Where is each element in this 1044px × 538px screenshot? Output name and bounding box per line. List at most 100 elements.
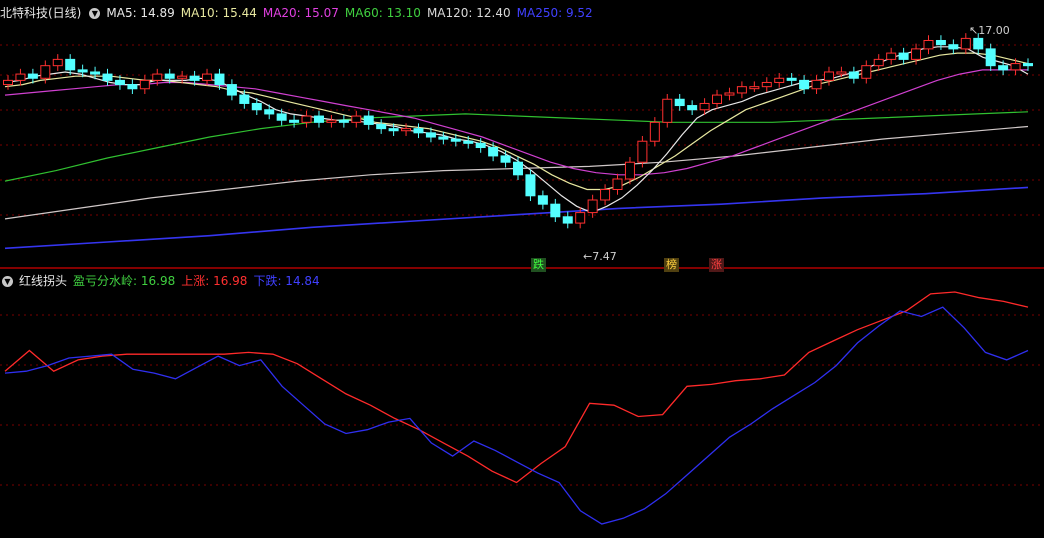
candle-body [127, 84, 138, 90]
candle-body [189, 75, 200, 81]
candle-body [450, 138, 461, 142]
candle-body [786, 77, 797, 81]
indicator-label: 上涨: 16.98 [181, 274, 248, 288]
ma20-line [4, 69, 1028, 176]
candle-body [674, 98, 685, 107]
candle-body [898, 52, 909, 60]
candle-body [376, 123, 387, 130]
candle-body [388, 128, 399, 132]
candle-body [749, 86, 760, 90]
ma-label: MA10: 15.44 [180, 6, 257, 20]
main-header: 北特科技(日线) ▼ MA5: 14.89 MA10: 15.44 MA20: 15… [0, 3, 605, 23]
candle-body [774, 77, 785, 83]
candle-body [90, 71, 101, 75]
downtrend-line [4, 306, 1029, 525]
candle-body [214, 73, 225, 86]
chevron-down-icon[interactable]: ▼ [89, 7, 101, 19]
candle-body [475, 142, 486, 149]
candle-body [935, 39, 946, 46]
candle-body [861, 65, 872, 79]
candle-body [488, 147, 499, 157]
candle-body [550, 203, 561, 218]
signal-tag: 跌 [531, 258, 546, 272]
low-price-label: ←7.47 [583, 250, 617, 263]
candle-body [513, 161, 523, 176]
candle-body [1010, 63, 1021, 71]
chart-stage[interactable]: 北特科技(日线) ▼ MA5: 14.89 MA10: 15.44 MA20: 15… [0, 0, 1044, 534]
candle-body [575, 212, 586, 224]
candle-body [164, 73, 175, 79]
candle-body [27, 73, 38, 79]
candle-body [687, 105, 698, 111]
candle-body [177, 75, 188, 79]
candle-body [960, 37, 971, 50]
candle-body [363, 115, 374, 125]
chevron-down-icon[interactable]: ▼ [2, 275, 13, 287]
candle-body [761, 81, 772, 88]
candle-body [351, 115, 362, 123]
candle-body [612, 178, 623, 190]
candle-body [886, 52, 897, 60]
kline-chart[interactable] [0, 0, 1044, 534]
candle-body [600, 188, 611, 201]
ma-legend: MA5: 14.89 MA10: 15.44 MA20: 15.07 MA60: 13… [106, 3, 598, 23]
candle-body [948, 44, 959, 50]
candle-body [911, 48, 922, 60]
candle-body [699, 102, 710, 111]
ma-label: MA5: 14.89 [106, 6, 175, 20]
candle-body [114, 79, 125, 86]
candle-body [313, 115, 324, 123]
candle-body [289, 119, 300, 123]
candle-body [998, 65, 1009, 71]
candle-body [624, 161, 635, 180]
candle-body [202, 73, 213, 81]
indicator-legend: 盈亏分水岭: 16.98 上涨: 16.98 下跌: 14.84 [73, 271, 326, 291]
ma-label: MA60: 13.10 [344, 6, 421, 20]
sub-header: ▼ 红线拐头 盈亏分水岭: 16.98 上涨: 16.98 下跌: 14.84 [0, 271, 332, 291]
candle-body [401, 128, 412, 132]
candle-body [226, 84, 237, 96]
candle-body [836, 71, 847, 75]
candle-body [326, 119, 337, 123]
candle-body [102, 73, 113, 81]
signal-tag: 涨 [709, 258, 724, 272]
ma-label: MA120: 12.40 [426, 6, 511, 20]
candle-body [301, 115, 312, 123]
candle-body [811, 79, 822, 90]
candle-body [562, 216, 573, 224]
candle-body [77, 69, 88, 73]
indicator-label: 下跌: 14.84 [253, 274, 320, 288]
signal-tag: 榜 [664, 258, 679, 272]
ma-label: MA20: 15.07 [262, 6, 339, 20]
candle-body [712, 94, 723, 104]
stock-title[interactable]: 北特科技(日线) [0, 3, 81, 23]
candle-body [724, 92, 735, 96]
candle-body [276, 113, 287, 121]
candle-body [873, 58, 884, 67]
uptrend-line [4, 291, 1029, 484]
candle-body [649, 121, 660, 142]
candle-body [823, 71, 834, 81]
candle-body [985, 48, 996, 67]
high-price-label: ↖17.00 [969, 24, 1010, 37]
candle-body [637, 140, 648, 163]
candle-body [736, 86, 747, 94]
candle-body [251, 102, 262, 111]
candle-body [239, 94, 250, 104]
candle-body [662, 98, 673, 123]
candle-body [139, 79, 150, 90]
candle-body [923, 39, 934, 50]
candle-body [3, 79, 13, 86]
indicator-title[interactable]: 红线拐头 [19, 271, 67, 291]
candle-body [973, 37, 984, 50]
candle-body [65, 58, 76, 71]
ma-label: MA250: 9.52 [516, 6, 593, 20]
candle-body [537, 195, 548, 205]
candle-body [425, 132, 436, 138]
candle-body [52, 58, 63, 67]
candle-body [587, 199, 598, 214]
candle-body [152, 73, 163, 81]
indicator-label: 盈亏分水岭: 16.98 [73, 274, 176, 288]
candle-body [848, 71, 859, 79]
candle-body [40, 65, 51, 79]
